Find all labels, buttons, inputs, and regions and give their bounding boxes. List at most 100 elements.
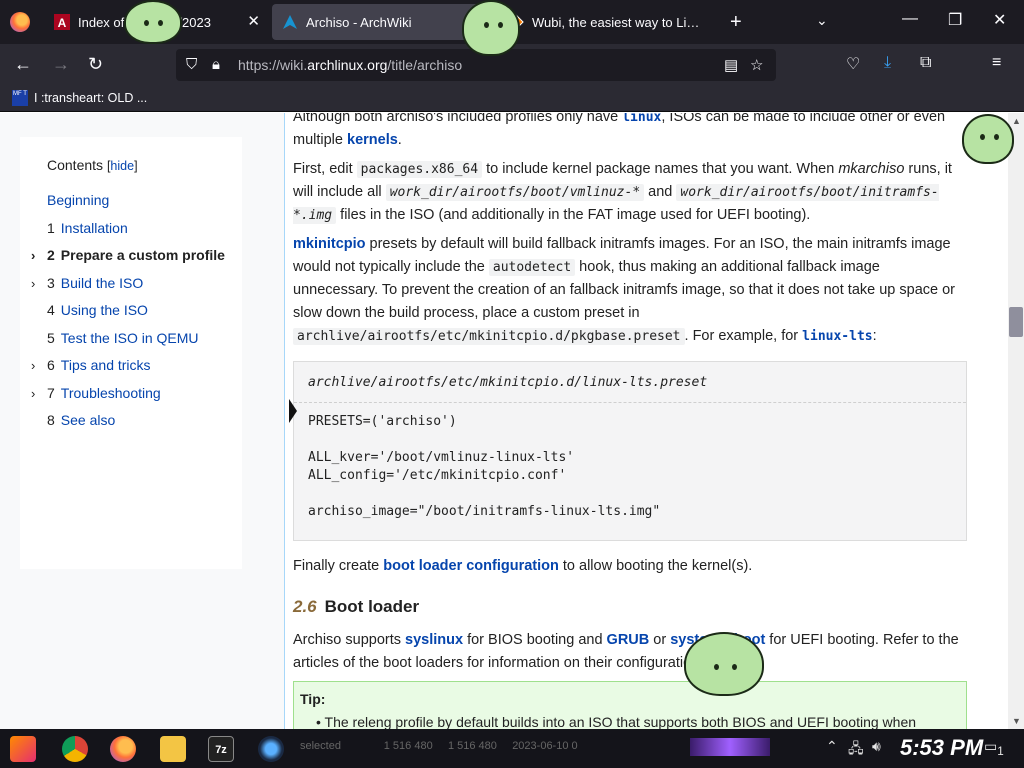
toc-hide-link[interactable]: hide — [110, 159, 134, 173]
toc-item-label: Troubleshooting — [60, 384, 161, 401]
linux-link[interactable]: linux — [622, 113, 661, 125]
inline-code: packages.x86_64 — [356, 161, 483, 178]
background-window-text: selected 1 516 480 1 516 480 2023-06-10 … — [300, 740, 578, 752]
toc-item[interactable]: 5 Test the ISO in QEMU — [47, 325, 242, 353]
paragraph-mkinitcpio: mkinitcpio presets by default will build… — [293, 236, 956, 345]
toc-item-label: Tips and tricks — [60, 357, 151, 373]
bookmark-item[interactable]: MF T I :transheart: OLD ... — [12, 90, 147, 106]
menu-hamburger-icon[interactable]: ≡ — [992, 54, 1001, 72]
bookmark-star-icon[interactable]: ☆ — [750, 56, 763, 74]
code-block: archlive/airootfs/etc/mkinitcpio.d/linux… — [293, 361, 967, 541]
toc-item-label: Installation — [60, 219, 128, 236]
table-of-contents: Contents [hide] Beginning 1 Installation › 2… — [20, 137, 242, 569]
chrome-icon[interactable] — [62, 736, 88, 762]
new-tab-button[interactable]: + — [730, 12, 742, 32]
toc-item[interactable]: › 3 Build the ISO — [31, 270, 242, 298]
7zip-icon[interactable]: 7z — [208, 736, 234, 762]
minimize-button[interactable]: — — [902, 10, 918, 28]
article-content: Although both archiso's included profile… — [284, 113, 1008, 729]
extensions-icon[interactable]: ⧉ — [920, 54, 931, 72]
arch-logo-icon — [283, 15, 297, 29]
tip-title: Tip: — [300, 691, 326, 707]
toc-item[interactable]: 4 Using the ISO — [47, 297, 242, 325]
sticker-character-icon — [124, 0, 182, 44]
toc-item[interactable]: 1 Installation — [47, 215, 242, 243]
linux-lts-link[interactable]: linux-lts — [802, 329, 872, 344]
inline-code: work_dir/airootfs/boot/vmlinuz-* — [385, 184, 645, 201]
toc-item-number: 3 — [47, 274, 55, 291]
close-tab-icon[interactable]: ✕ — [247, 12, 260, 30]
taskbar-clock[interactable]: 5:53 PM — [900, 735, 983, 761]
notifications-icon[interactable]: ▭1 — [984, 738, 1004, 758]
toc-item[interactable]: 8 See also — [47, 407, 242, 435]
paragraph-kernels: Although both archiso's included profile… — [293, 113, 965, 152]
toc-item-label: Beginning — [47, 192, 110, 208]
sticker-character-icon — [462, 0, 520, 56]
close-window-button[interactable]: ✕ — [993, 10, 1006, 30]
list-all-tabs-chevron-icon[interactable]: ⌄ — [816, 12, 828, 29]
bookmark-label: I :transheart: OLD ... — [34, 91, 148, 105]
bookmarks-toolbar: MF T I :transheart: OLD ... — [0, 86, 1024, 112]
chevron-right-icon[interactable]: › — [31, 352, 35, 380]
start-menu-icon[interactable] — [10, 736, 36, 762]
university-logo-icon: A — [54, 14, 70, 30]
tab-archiso-archwiki[interactable]: Archiso - ArchWiki — [272, 4, 494, 40]
scrollbar-thumb[interactable] — [1009, 307, 1023, 337]
windows-taskbar: 7z selected 1 516 480 1 516 480 2023-06-… — [0, 729, 1024, 768]
file-explorer-icon[interactable] — [160, 736, 186, 762]
toc-item[interactable]: › 2 Prepare a custom profile — [31, 242, 242, 270]
paragraph-edit-packages: First, edit packages.x86_64 to include k… — [293, 161, 952, 224]
mouse-cursor-icon — [289, 399, 297, 423]
reader-view-icon[interactable]: ▤ — [724, 56, 738, 74]
code-block-filename: archlive/airootfs/etc/mkinitcpio.d/linux… — [308, 375, 708, 390]
toc-item[interactable]: › 7 Troubleshooting — [31, 380, 242, 408]
downloads-icon[interactable]: ⤓ — [884, 54, 891, 72]
toc-list: Beginning 1 Installation › 2 Prepare a custom… — [31, 187, 242, 435]
boot-loader-configuration-link[interactable]: boot loader configuration — [383, 558, 559, 574]
inline-code: autodetect — [488, 259, 576, 276]
syslinux-link[interactable]: syslinux — [405, 632, 463, 648]
grub-link[interactable]: GRUB — [607, 632, 650, 648]
scroll-up-arrow-icon[interactable]: ▲ — [1012, 116, 1021, 126]
firefox-taskbar-icon[interactable] — [110, 736, 136, 762]
sticker-character-icon — [962, 114, 1014, 164]
show-hidden-icons-chevron-icon[interactable]: ⌃ — [826, 738, 838, 755]
kernels-link[interactable]: kernels — [347, 132, 398, 148]
reload-icon[interactable]: ↻ — [88, 54, 103, 74]
pocket-icon[interactable]: ♡ — [846, 54, 860, 74]
network-icon[interactable]: 🖧︎ — [848, 738, 864, 762]
paragraph-boot-loaders: Archiso supports syslinux for BIOS booti… — [293, 632, 959, 671]
toc-item[interactable]: Beginning — [47, 187, 242, 215]
toc-item-number: 4 — [47, 302, 55, 318]
toc-item-number: 6 — [47, 357, 55, 373]
volume-icon[interactable]: 🔊︎ — [872, 738, 881, 755]
firefox-icon[interactable] — [10, 12, 30, 32]
toc-item-label: Prepare a custom profile — [60, 247, 225, 263]
tip-text: • The releng profile by default builds i… — [316, 714, 917, 729]
scroll-down-arrow-icon[interactable]: ▼ — [1012, 716, 1021, 726]
app-orb-icon[interactable] — [258, 736, 284, 762]
toc-item-number: 5 — [47, 329, 55, 346]
forward-arrow-icon[interactable]: → — [52, 54, 70, 74]
page-scrollbar[interactable] — [1008, 113, 1024, 729]
back-arrow-icon[interactable]: ← — [14, 54, 32, 74]
tab-wubi[interactable]: Wubi, the easiest way to Linux — [498, 4, 712, 40]
mkinitcpio-link[interactable]: mkinitcpio — [293, 236, 366, 252]
toc-item-number: 1 — [47, 219, 55, 236]
url-text[interactable]: https://wiki.archlinux.org/title/archiso — [238, 57, 462, 73]
address-bar[interactable]: ⛉ 🔒︎ https://wiki.archlinux.org/title/ar… — [176, 49, 776, 81]
toc-item-label: Build the ISO — [60, 274, 144, 291]
maximize-button[interactable]: ❐ — [948, 10, 962, 30]
toc-item-label: Using the ISO — [60, 302, 148, 318]
tip-box: Tip: • The releng profile by default bui… — [293, 681, 967, 729]
chevron-right-icon[interactable]: › — [31, 380, 35, 408]
tracking-shield-icon[interactable]: ⛉ — [186, 56, 197, 73]
taskbar-decoration — [690, 738, 770, 756]
lock-icon[interactable]: 🔒︎ — [212, 56, 220, 73]
toc-item[interactable]: › 6 Tips and tricks — [31, 352, 242, 380]
chevron-right-icon[interactable]: › — [31, 242, 35, 270]
tab-title: Archiso - ArchWiki — [306, 14, 412, 30]
sticker-character-icon — [684, 632, 764, 696]
chevron-right-icon[interactable]: › — [31, 270, 35, 298]
navigation-toolbar: ← → ↻ ⛉ 🔒︎ https://wiki.archlinux.org/ti… — [0, 44, 1024, 86]
